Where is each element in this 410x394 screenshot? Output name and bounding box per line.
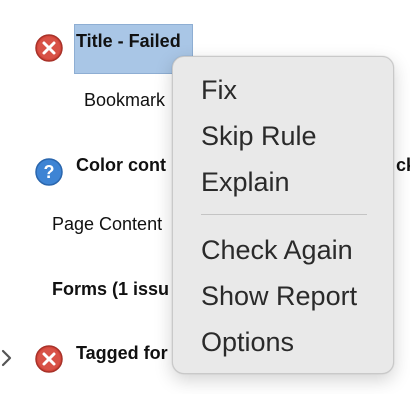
tree-item-forms[interactable]: Forms (1 issu bbox=[52, 279, 169, 300]
menu-item-options[interactable]: Options bbox=[201, 327, 294, 358]
menu-item-skip-rule[interactable]: Skip Rule bbox=[201, 121, 317, 152]
tree-item-color-contrast-tail: ck bbox=[396, 155, 410, 175]
question-icon: ? bbox=[35, 158, 63, 186]
menu-item-show-report[interactable]: Show Report bbox=[201, 281, 357, 312]
menu-separator bbox=[201, 214, 367, 215]
chevron-right-icon[interactable] bbox=[0, 348, 14, 368]
tree-item-color-contrast[interactable]: Color cont bbox=[76, 155, 166, 176]
context-menu: Fix Skip Rule Explain Check Again Show R… bbox=[172, 56, 394, 374]
tree-item-tagged-form-fields[interactable]: Tagged for bbox=[76, 343, 168, 364]
failed-icon bbox=[35, 34, 63, 62]
svg-text:?: ? bbox=[44, 162, 55, 182]
tree-item-bookmarks[interactable]: Bookmark bbox=[84, 90, 165, 111]
tree-item-page-content[interactable]: Page Content bbox=[52, 214, 162, 235]
menu-item-check-again[interactable]: Check Again bbox=[201, 235, 353, 266]
menu-item-fix[interactable]: Fix bbox=[201, 75, 237, 106]
menu-item-explain[interactable]: Explain bbox=[201, 167, 290, 198]
accessibility-checker-panel: Title - Failed Bookmark ? Color cont ck … bbox=[0, 0, 410, 394]
tree-item-title-failed[interactable]: Title - Failed bbox=[76, 31, 181, 52]
failed-icon bbox=[35, 345, 63, 373]
